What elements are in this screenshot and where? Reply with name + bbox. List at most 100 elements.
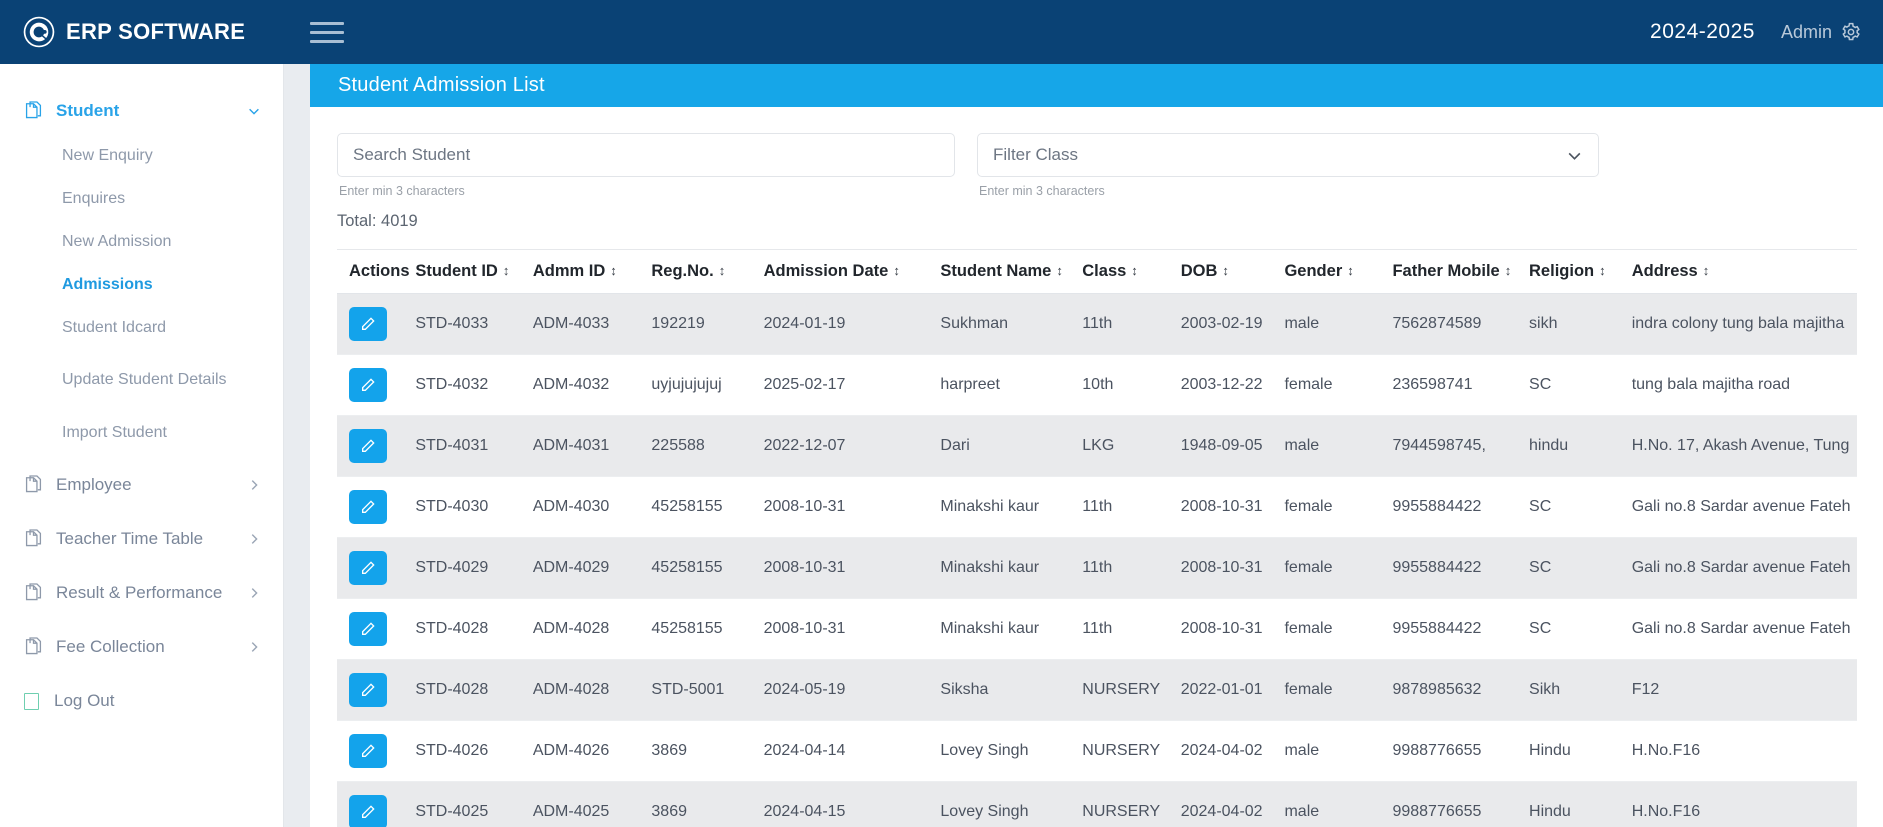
table-row[interactable]: STD-4026 ADM-4026 3869 2024-04-14 Lovey Sing… bbox=[337, 720, 1857, 782]
logout-square-icon bbox=[24, 692, 39, 710]
chevron-right-icon bbox=[251, 588, 258, 598]
column-header-dob[interactable]: DOB ↕ bbox=[1180, 250, 1285, 294]
cell-dob: 2024-04-02 bbox=[1180, 781, 1285, 827]
cell-religion: Hindu bbox=[1529, 781, 1632, 827]
column-header-religion[interactable]: Religion ↕ bbox=[1529, 250, 1632, 294]
sidebar-group-fee-collection[interactable]: Fee Collection bbox=[0, 624, 283, 670]
sort-updown-icon[interactable]: ↕ bbox=[503, 263, 510, 278]
sort-updown-icon[interactable]: ↕ bbox=[1703, 263, 1710, 278]
cell-reg-no: STD-5001 bbox=[651, 659, 764, 721]
table-row[interactable]: STD-4025 ADM-4025 3869 2024-04-15 Lovey Sing… bbox=[337, 781, 1857, 827]
cell-religion: hindu bbox=[1529, 415, 1632, 477]
class-filter-select[interactable]: Filter Class bbox=[977, 133, 1599, 177]
cell-gender: female bbox=[1284, 354, 1393, 416]
gear-icon[interactable] bbox=[1841, 22, 1861, 42]
column-header-reg-no[interactable]: Reg.No. ↕ bbox=[651, 250, 764, 294]
admission-list-panel: Student Admission List Search Student En… bbox=[310, 64, 1883, 827]
sidebar-group-result-performance[interactable]: Result & Performance bbox=[0, 570, 283, 616]
table-row[interactable]: STD-4029 ADM-4029 45258155 2008-10-31 Minaks… bbox=[337, 537, 1857, 599]
sidebar-group-student[interactable]: Student bbox=[0, 88, 283, 134]
table-body: STD-4033 ADM-4033 192219 2024-01-19 Sukhman 1… bbox=[337, 293, 1857, 827]
column-header-father-mobile[interactable]: Father Mobile ↕ bbox=[1392, 250, 1530, 294]
sidebar-item-enquires[interactable]: Enquires bbox=[0, 177, 283, 220]
column-header-student-name[interactable]: Student Name ↕ bbox=[940, 250, 1083, 294]
column-label: Admission Date bbox=[763, 262, 889, 280]
content-left-gutter bbox=[284, 64, 310, 827]
file-copy-icon bbox=[25, 100, 42, 118]
file-copy-icon bbox=[25, 582, 42, 600]
cell-father-mobile: 9878985632 bbox=[1392, 659, 1530, 721]
cell-student-id: STD-4028 bbox=[415, 598, 533, 660]
cell-student-id: STD-4032 bbox=[415, 354, 533, 416]
column-header-admission-date[interactable]: Admission Date ↕ bbox=[763, 250, 941, 294]
edit-row-button[interactable] bbox=[349, 673, 387, 707]
column-header-student-id[interactable]: Student ID ↕ bbox=[415, 250, 533, 294]
sort-updown-icon[interactable]: ↕ bbox=[610, 263, 617, 278]
sort-updown-icon[interactable]: ↕ bbox=[1131, 263, 1138, 278]
cell-reg-no: 3869 bbox=[651, 781, 764, 827]
total-count-label: Total: 4019 bbox=[337, 212, 418, 230]
cell-religion: SC bbox=[1529, 598, 1632, 660]
column-label: Class bbox=[1082, 262, 1127, 280]
cell-actions bbox=[337, 659, 416, 721]
sidebar-item-new-admission[interactable]: New Admission bbox=[0, 220, 283, 263]
edit-row-button[interactable] bbox=[349, 307, 387, 341]
table-row[interactable]: STD-4031 ADM-4031 225588 2022-12-07 Dari LKG 1… bbox=[337, 415, 1857, 477]
cell-admission-date: 2024-01-19 bbox=[763, 293, 941, 355]
search-input[interactable]: Search Student bbox=[337, 133, 955, 177]
edit-row-button[interactable] bbox=[349, 734, 387, 768]
cell-dob: 2008-10-31 bbox=[1180, 537, 1285, 599]
column-header-gender[interactable]: Gender ↕ bbox=[1284, 250, 1393, 294]
sidebar-item-admissions[interactable]: Admissions bbox=[0, 263, 283, 306]
edit-row-button[interactable] bbox=[349, 429, 387, 463]
cell-student-id: STD-4025 bbox=[415, 781, 533, 827]
brand-title: ERP SOFTWARE bbox=[66, 19, 246, 44]
cell-actions bbox=[337, 537, 416, 599]
table-row[interactable]: STD-4032 ADM-4032 uyjujujujuj 2025-02-17 har… bbox=[337, 354, 1857, 416]
cell-student-id: STD-4026 bbox=[415, 720, 533, 782]
hamburger-menu-icon[interactable] bbox=[310, 17, 344, 47]
header-right-cluster: 2024-2025 Admin bbox=[1650, 20, 1883, 44]
cell-student-id: STD-4030 bbox=[415, 476, 533, 538]
cell-dob: 1948-09-05 bbox=[1180, 415, 1285, 477]
chevron-down-icon bbox=[249, 108, 259, 115]
sort-updown-icon[interactable]: ↕ bbox=[1056, 263, 1063, 278]
sidebar-group-employee[interactable]: Employee bbox=[0, 462, 283, 508]
sort-updown-icon[interactable]: ↕ bbox=[1347, 263, 1354, 278]
admission-table-scroll[interactable]: Actions Student ID ↕ Admm ID ↕ Reg.No. ↕ Ad… bbox=[337, 249, 1857, 827]
table-row[interactable]: STD-4030 ADM-4030 45258155 2008-10-31 Minaks… bbox=[337, 476, 1857, 538]
sort-updown-icon[interactable]: ↕ bbox=[1505, 263, 1512, 278]
chevron-right-icon bbox=[251, 480, 258, 490]
cell-address: Gali no.8 Sardar avenue Fateh bbox=[1631, 537, 1857, 599]
edit-row-button[interactable] bbox=[349, 490, 387, 524]
sidebar-item-new-enquiry[interactable]: New Enquiry bbox=[0, 134, 283, 177]
sidebar-item-import-student[interactable]: Import Student bbox=[0, 411, 283, 454]
table-row[interactable]: STD-4033 ADM-4033 192219 2024-01-19 Sukhman 1… bbox=[337, 293, 1857, 355]
file-copy-icon bbox=[25, 474, 42, 492]
edit-row-button[interactable] bbox=[349, 368, 387, 402]
filter-row: Search Student Enter min 3 characters Fi… bbox=[310, 107, 1883, 198]
column-label: Address bbox=[1631, 262, 1698, 280]
cell-address: F12 bbox=[1631, 659, 1857, 721]
table-row[interactable]: STD-4028 ADM-4028 45258155 2008-10-31 Minaks… bbox=[337, 598, 1857, 660]
sort-updown-icon[interactable]: ↕ bbox=[719, 263, 726, 278]
sort-updown-icon[interactable]: ↕ bbox=[893, 263, 900, 278]
sidebar-item-update-student-details[interactable]: Update Student Details bbox=[0, 349, 283, 411]
edit-row-button[interactable] bbox=[349, 551, 387, 585]
edit-row-button[interactable] bbox=[349, 612, 387, 646]
edit-row-button[interactable] bbox=[349, 795, 387, 827]
brand-logo-area[interactable]: ERP SOFTWARE bbox=[0, 0, 284, 64]
table-row[interactable]: STD-4028 ADM-4028 STD-5001 2024-05-19 Siksha… bbox=[337, 659, 1857, 721]
column-header-admm-id[interactable]: Admm ID ↕ bbox=[532, 250, 652, 294]
column-label: Reg.No. bbox=[651, 262, 714, 280]
sidebar-group-teacher-time-table[interactable]: Teacher Time Table bbox=[0, 516, 283, 562]
sidebar-item-student-idcard[interactable]: Student Idcard bbox=[0, 306, 283, 349]
sidebar-item-logout[interactable]: Log Out bbox=[0, 676, 283, 726]
column-header-class[interactable]: Class ↕ bbox=[1082, 250, 1181, 294]
sort-updown-icon[interactable]: ↕ bbox=[1599, 263, 1606, 278]
pencil-edit-icon bbox=[362, 439, 375, 452]
admin-menu[interactable]: Admin bbox=[1781, 22, 1861, 43]
file-copy-icon bbox=[25, 636, 42, 654]
column-header-address[interactable]: Address ↕ bbox=[1631, 250, 1857, 294]
sort-updown-icon[interactable]: ↕ bbox=[1222, 263, 1229, 278]
